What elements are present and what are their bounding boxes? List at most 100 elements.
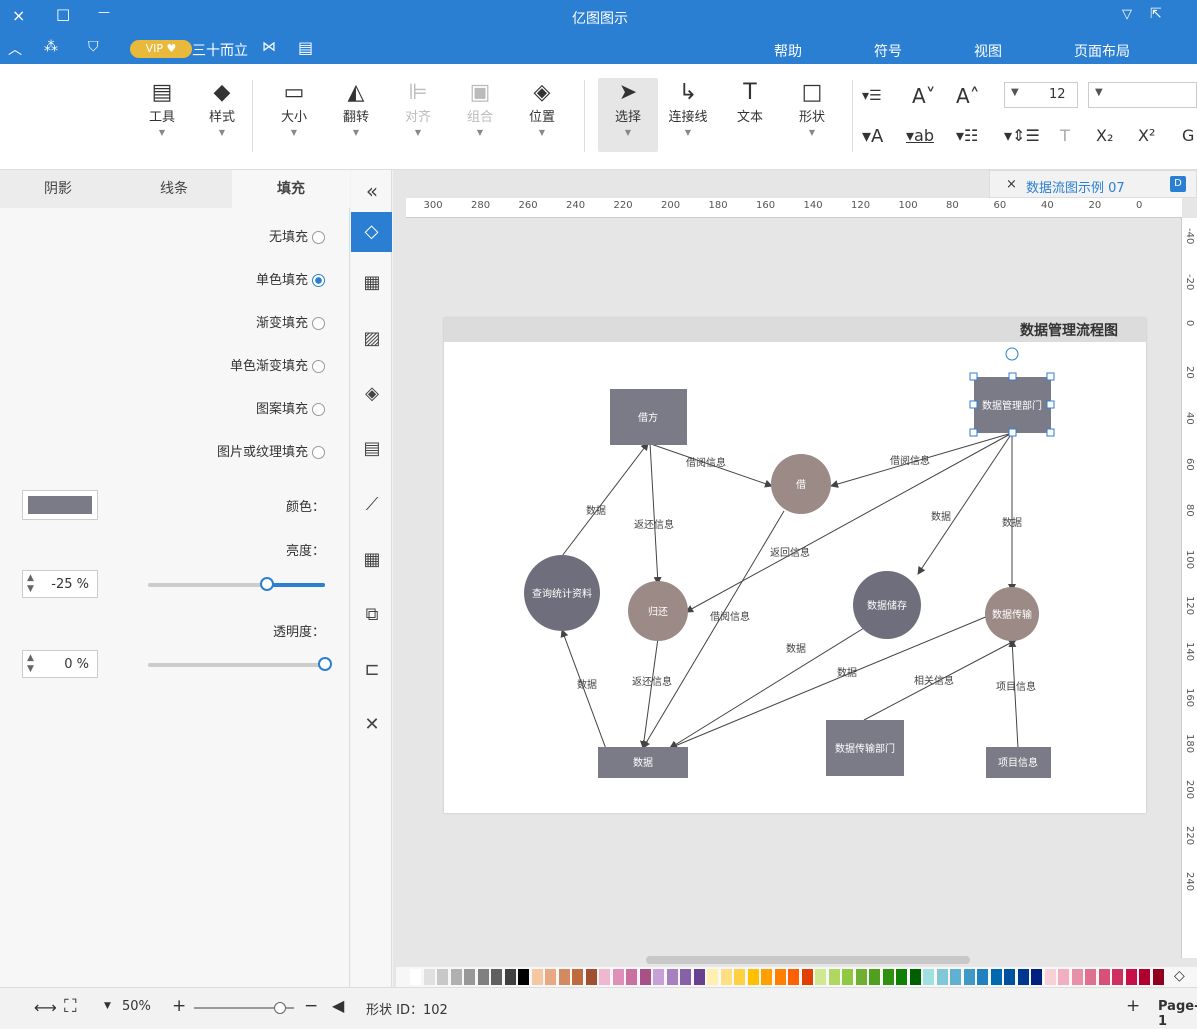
table-icon[interactable]: ▦ [355,543,389,577]
fill-bucket-icon[interactable]: ◇ [1174,968,1185,984]
zoom-slider[interactable] [194,1002,294,1014]
fit-width-icon[interactable]: ⟷ [34,998,57,1017]
user-name[interactable]: 三十而立 [192,40,248,60]
list-icon[interactable]: ▾☷ [956,126,978,145]
size-button[interactable]: ▭ 大小 ▼ [266,78,322,152]
color-swatch[interactable] [545,969,556,985]
edge-line[interactable] [561,442,649,557]
zoom-value[interactable]: 50% [122,999,151,1014]
color-swatch[interactable] [599,969,610,985]
color-swatch[interactable] [558,969,570,985]
tools-button[interactable]: ▤ 工具 ▼ [134,78,190,152]
color-swatch[interactable] [693,969,705,985]
fill-option-pattern[interactable]: 图案填充 [256,399,325,421]
edge-line[interactable] [685,432,1013,613]
fill-option-solid[interactable]: 单色填充 [256,270,325,292]
tab-line[interactable]: 线条 [116,170,232,208]
increase-font-icon[interactable]: A˄ [956,84,980,108]
position-button[interactable]: ◈ 位置 ▼ [514,78,570,152]
color-swatch[interactable] [1071,969,1083,985]
color-swatch[interactable] [680,969,691,985]
horizontal-scrollbar[interactable] [646,956,970,964]
paragraph-align-icon[interactable]: ▾☰ [862,88,882,104]
color-picker[interactable] [22,490,98,520]
text-button[interactable]: T 文本 [722,78,778,152]
brightness-slider[interactable] [148,577,325,591]
color-swatch[interactable] [707,969,718,985]
color-swatch[interactable] [747,969,759,985]
decrease-font-icon[interactable]: A˅ [912,84,936,108]
color-swatch[interactable] [990,969,1002,985]
superscript-icon[interactable]: X² [1138,126,1155,145]
zoom-out-button[interactable]: − [304,996,318,1016]
image-icon[interactable]: ▨ [355,322,389,356]
fullscreen-icon[interactable]: ⛶ [64,996,77,1017]
chevron-down-icon[interactable]: ▼ [104,1001,111,1011]
slider-handle[interactable] [274,1002,286,1014]
collapse-icon[interactable]: ︿ [8,39,22,59]
share-icon[interactable]: ⇱ [1150,6,1162,22]
menu-help[interactable]: 帮助 [774,41,802,61]
page-tab[interactable]: Page-1 [1158,999,1197,1029]
text-format-icon[interactable]: T [1060,126,1070,145]
shape-button[interactable]: □ 形状 ▼ [784,78,840,152]
color-swatch[interactable] [612,969,624,985]
color-swatch[interactable] [882,969,894,985]
color-swatch[interactable] [1017,969,1029,985]
color-swatch[interactable] [1098,969,1110,985]
color-swatch[interactable] [734,969,745,985]
select-button[interactable]: ➤ 选择 ▼ [598,78,658,152]
clear-format-icon[interactable]: G [1182,126,1194,145]
subscript-icon[interactable]: X₂ [1096,126,1113,145]
font-size-select[interactable]: ▼ 12 [1004,82,1078,108]
menu-view[interactable]: 视图 [974,41,1002,61]
brightness-spinner[interactable]: ▲ ▼ -25 % [22,570,98,598]
apps-icon[interactable]: ⁂ [44,39,58,55]
close-tab-icon[interactable]: × [1006,177,1017,192]
fill-option-none[interactable]: 无填充 [269,227,325,249]
comment-icon[interactable]: ▤ [298,38,313,57]
color-swatch[interactable] [909,969,921,985]
color-swatch[interactable] [950,969,961,985]
share-network-icon[interactable]: ⋈ [262,39,276,55]
add-page-button[interactable]: + [1126,996,1140,1016]
shirt-icon[interactable]: ⛉ [88,39,99,55]
color-swatch[interactable] [923,969,934,985]
color-swatch[interactable] [491,969,502,985]
color-swatch[interactable] [626,969,637,985]
vip-badge[interactable]: VIP ♥ [130,40,192,58]
color-swatch[interactable] [977,969,988,985]
line-spacing-icon[interactable]: ▾⇕☰ [1004,126,1040,145]
color-swatch[interactable] [828,969,840,985]
chart-icon[interactable]: ⟋ [355,488,389,522]
color-swatch[interactable] [666,969,678,985]
fill-icon[interactable]: ◇ [351,212,392,252]
group-button[interactable]: ▣ 组合 ▼ [452,78,508,152]
color-swatch[interactable] [1152,969,1164,985]
fill-option-single-gradient[interactable]: 单色渐变填充 [230,356,325,378]
align-button[interactable]: ⊫ 对齐 ▼ [390,78,446,152]
color-swatch[interactable] [963,969,975,985]
font-color-icon[interactable]: ▾A [862,126,883,147]
color-swatch[interactable] [504,969,516,985]
color-swatch[interactable] [1004,969,1015,985]
color-swatch[interactable] [410,969,421,985]
color-swatch[interactable] [477,969,489,985]
color-swatch[interactable] [1044,969,1056,985]
color-swatch[interactable] [936,969,948,985]
color-swatch[interactable] [585,969,597,985]
fill-option-picture[interactable]: 图片或纹理填充 [217,442,325,464]
color-swatch[interactable] [801,969,813,985]
edge-line[interactable] [649,442,662,585]
edge-line[interactable] [639,637,659,749]
color-swatch[interactable] [720,969,732,985]
color-swatch[interactable] [531,969,543,985]
color-swatch[interactable] [815,969,826,985]
highlight-icon[interactable]: ▾ab [906,126,934,145]
format-icon[interactable]: ⊏ [355,653,389,687]
menu-page-layout[interactable]: 页面布局 [1074,41,1130,61]
slider-handle[interactable] [259,577,274,591]
color-swatch[interactable] [1085,969,1096,985]
color-swatch[interactable] [1139,969,1150,985]
color-swatch[interactable] [761,969,772,985]
